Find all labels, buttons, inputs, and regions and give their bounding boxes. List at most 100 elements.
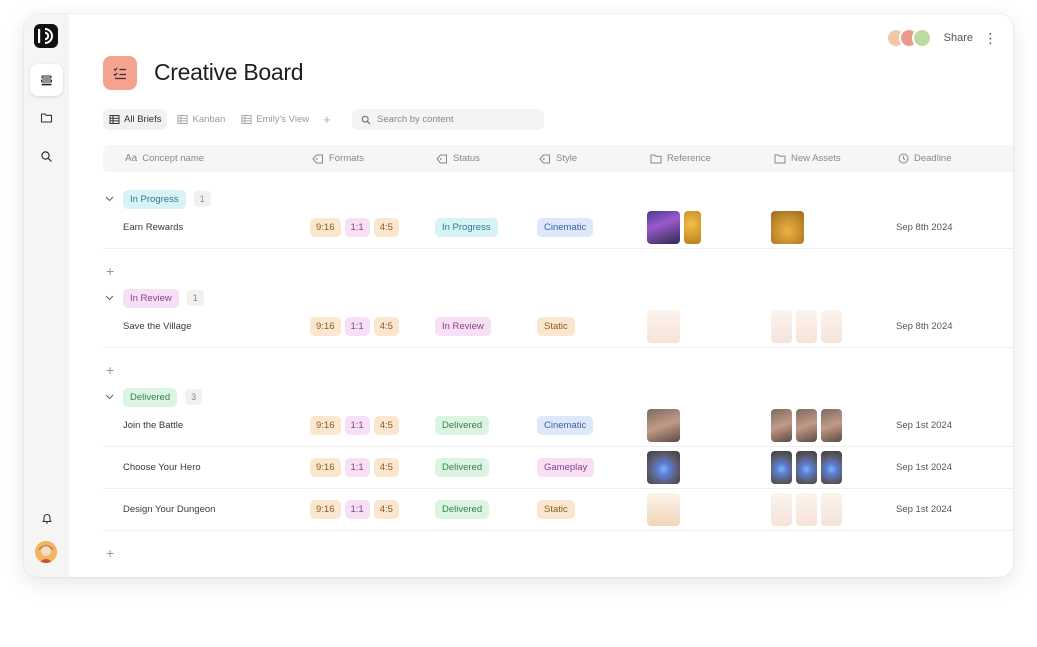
- format-pill[interactable]: 4:5: [373, 218, 399, 237]
- format-pill[interactable]: 4:5: [373, 416, 399, 435]
- reference-cell: [647, 489, 684, 530]
- asset-thumbnail[interactable]: [821, 451, 842, 484]
- column-header-style[interactable]: Style: [539, 145, 577, 172]
- add-row-button[interactable]: +: [106, 545, 114, 561]
- style-badge[interactable]: Cinematic: [537, 416, 594, 435]
- tab-emilys-view[interactable]: Emily's View: [235, 109, 315, 130]
- format-pill[interactable]: 1:1: [344, 500, 370, 519]
- formats-cell: 9:16 1:1 4:5: [310, 489, 403, 530]
- add-row-button[interactable]: +: [106, 263, 114, 279]
- table-row[interactable]: Design Your Dungeon 9:16 1:1 4:5 Delivered…: [103, 489, 1013, 531]
- add-view-button[interactable]: +: [319, 112, 335, 127]
- group-label: In Review: [123, 288, 179, 308]
- concept-name[interactable]: Earn Rewards: [123, 207, 183, 248]
- reference-thumbnail[interactable]: [647, 310, 680, 343]
- format-pill[interactable]: 4:5: [373, 458, 399, 477]
- share-button[interactable]: Share: [944, 32, 973, 44]
- asset-thumbnail[interactable]: [796, 409, 817, 442]
- format-pill[interactable]: 9:16: [310, 416, 341, 435]
- style-cell: Cinematic: [537, 207, 594, 248]
- more-options-icon[interactable]: ⋮: [981, 30, 999, 47]
- table-icon: [177, 115, 188, 124]
- add-row-button[interactable]: +: [106, 362, 114, 378]
- status-badge[interactable]: Delivered: [435, 500, 490, 519]
- column-header-concept[interactable]: Aa Concept name: [125, 145, 204, 172]
- sidebar-item-notifications[interactable]: [30, 502, 63, 534]
- style-badge[interactable]: Static: [537, 500, 575, 519]
- tab-all-briefs[interactable]: All Briefs: [103, 109, 168, 130]
- tag-icon: [436, 154, 447, 163]
- style-badge[interactable]: Gameplay: [537, 458, 595, 477]
- deadline: Sep 1st 2024: [896, 420, 952, 431]
- view-tabs: All Briefs Kanban Emily's View +: [103, 109, 335, 130]
- search-bar[interactable]: [352, 109, 544, 130]
- asset-thumbnail[interactable]: [796, 451, 817, 484]
- search-input[interactable]: [377, 114, 537, 125]
- table-row[interactable]: Earn Rewards 9:16 1:1 4:5 In Progress Cine…: [103, 207, 1013, 249]
- format-pill[interactable]: 4:5: [373, 500, 399, 519]
- tab-kanban[interactable]: Kanban: [171, 109, 231, 130]
- format-pill[interactable]: 1:1: [344, 218, 370, 237]
- sidebar-item-boards[interactable]: [30, 64, 63, 96]
- group-count: 1: [186, 290, 204, 306]
- sidebar-item-search[interactable]: [30, 140, 63, 172]
- asset-thumbnail[interactable]: [796, 493, 817, 526]
- sidebar-item-files[interactable]: [30, 101, 63, 133]
- asset-thumbnail[interactable]: [821, 310, 842, 343]
- reference-thumbnail[interactable]: [647, 409, 680, 442]
- app-window: Share ⋮ Creative Board All Briefs Kanban…: [24, 14, 1013, 577]
- chevron-down-icon[interactable]: [103, 295, 115, 301]
- style-cell: Cinematic: [537, 405, 594, 446]
- table-row[interactable]: Choose Your Hero 9:16 1:1 4:5 Delivered Ga…: [103, 447, 1013, 489]
- text-field-icon: Aa: [125, 153, 138, 164]
- column-header-deadline[interactable]: Deadline: [898, 145, 952, 172]
- asset-thumbnail[interactable]: [821, 409, 842, 442]
- format-pill[interactable]: 9:16: [310, 500, 341, 519]
- new-assets-cell: [771, 447, 846, 488]
- column-header-status[interactable]: Status: [436, 145, 480, 172]
- format-pill[interactable]: 1:1: [344, 458, 370, 477]
- chevron-down-icon[interactable]: [103, 196, 115, 202]
- collaborator-avatars[interactable]: [885, 28, 932, 48]
- column-header-formats[interactable]: Formats: [312, 145, 364, 172]
- concept-name[interactable]: Choose Your Hero: [123, 447, 201, 488]
- style-badge[interactable]: Cinematic: [537, 218, 594, 237]
- deadline: Sep 8th 2024: [896, 321, 953, 332]
- format-pill[interactable]: 1:1: [344, 416, 370, 435]
- tab-label: Kanban: [192, 114, 226, 125]
- status-badge[interactable]: In Progress: [435, 218, 498, 237]
- format-pill[interactable]: 9:16: [310, 218, 341, 237]
- reference-thumbnail[interactable]: [647, 493, 680, 526]
- reference-thumbnail[interactable]: [647, 451, 680, 484]
- format-pill[interactable]: 9:16: [310, 458, 341, 477]
- status-badge[interactable]: Delivered: [435, 458, 490, 477]
- app-logo-icon[interactable]: [34, 24, 58, 48]
- asset-thumbnail[interactable]: [821, 493, 842, 526]
- user-avatar[interactable]: [35, 541, 57, 563]
- formats-cell: 9:16 1:1 4:5: [310, 306, 403, 347]
- asset-thumbnail[interactable]: [796, 310, 817, 343]
- status-badge[interactable]: Delivered: [435, 416, 490, 435]
- table-row[interactable]: Save the Village 9:16 1:1 4:5 In Review St…: [103, 306, 1013, 348]
- style-badge[interactable]: Static: [537, 317, 575, 336]
- asset-thumbnail[interactable]: [771, 211, 804, 244]
- column-header-new-assets[interactable]: New Assets: [774, 145, 841, 172]
- asset-thumbnail[interactable]: [771, 409, 792, 442]
- status-cell: Delivered: [435, 447, 490, 488]
- concept-name[interactable]: Join the Battle: [123, 405, 183, 446]
- asset-thumbnail[interactable]: [771, 493, 792, 526]
- status-badge[interactable]: In Review: [435, 317, 491, 336]
- column-header-reference[interactable]: Reference: [650, 145, 711, 172]
- format-pill[interactable]: 9:16: [310, 317, 341, 336]
- format-pill[interactable]: 4:5: [373, 317, 399, 336]
- concept-name[interactable]: Design Your Dungeon: [123, 489, 215, 530]
- chevron-down-icon[interactable]: [103, 394, 115, 400]
- table-row[interactable]: Join the Battle 9:16 1:1 4:5 Delivered Cin…: [103, 405, 1013, 447]
- concept-name[interactable]: Save the Village: [123, 306, 192, 347]
- format-pill[interactable]: 1:1: [344, 317, 370, 336]
- asset-thumbnail[interactable]: [771, 310, 792, 343]
- reference-thumbnail[interactable]: [647, 211, 680, 244]
- column-label: Style: [556, 153, 578, 164]
- asset-thumbnail[interactable]: [771, 451, 792, 484]
- reference-thumbnail[interactable]: [684, 211, 701, 244]
